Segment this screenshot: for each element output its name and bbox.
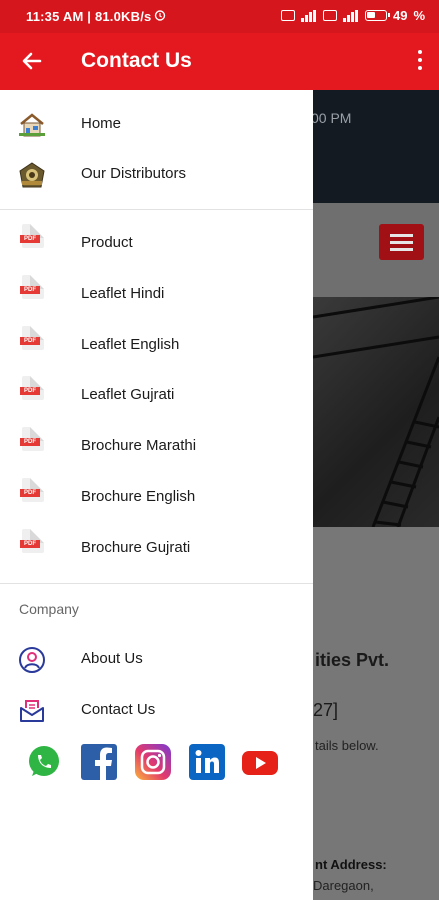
details-fragment: tails below. [315, 738, 379, 753]
drawer-item-leaflet-english[interactable]: PDF Leaflet English [0, 321, 313, 371]
drawer-item-product[interactable]: PDF Product [0, 219, 313, 269]
banner-time-text: 00 PM [313, 110, 352, 126]
drawer-item-label: Brochure Gujrati [81, 539, 191, 556]
home-icon [18, 111, 46, 139]
drawer-divider [0, 583, 313, 584]
drawer-item-brochure-english[interactable]: PDF Brochure English [0, 473, 313, 523]
drawer-item-brochure-gujrati[interactable]: PDF Brochure Gujrati [0, 524, 313, 574]
code-fragment: 27] [313, 700, 339, 720]
navigation-drawer: Home Our Distributors PDF Product PDF Le… [0, 90, 313, 900]
battery-icon [364, 10, 390, 21]
drawer-item-contact-us[interactable]: Contact Us [0, 686, 313, 736]
drawer-divider [0, 209, 313, 210]
back-arrow-icon[interactable] [18, 47, 46, 75]
status-bar: 11:35 AM | 81.0KB/s 49% [0, 0, 439, 33]
youtube-icon[interactable] [241, 743, 279, 781]
drawer-item-home[interactable]: Home [0, 100, 313, 150]
pdf-file-icon: PDF [20, 529, 44, 553]
drawer-item-label: Contact Us [81, 701, 156, 718]
instagram-icon[interactable] [134, 743, 172, 781]
status-time: 11:35 AM | 81.0KB/s [26, 9, 152, 24]
user-circle-icon [18, 646, 46, 674]
company-name-fragment: ities Pvt. [315, 650, 390, 670]
app-bar: Contact Us [0, 33, 439, 90]
drawer-item-label: About Us [81, 650, 143, 667]
pdf-file-icon: PDF [20, 326, 44, 350]
drawer-item-label: Home [81, 115, 122, 132]
sim-icon [280, 10, 295, 21]
drawer-item-label: Brochure English [81, 488, 196, 505]
drawer-item-our-distributors[interactable]: Our Distributors [0, 150, 313, 200]
pdf-file-icon: PDF [20, 275, 44, 299]
percent-sign: % [413, 8, 425, 23]
linkedin-icon[interactable] [188, 743, 226, 781]
pdf-file-icon: PDF [20, 478, 44, 502]
drawer-item-leaflet-hindi[interactable]: PDF Leaflet Hindi [0, 270, 313, 320]
drawer-item-label: Product [81, 234, 133, 251]
address-fragment: Daregaon, [313, 878, 374, 893]
section-title-company: Company [19, 601, 79, 617]
drawer-item-label: Leaflet Hindi [81, 285, 165, 302]
drawer-item-brochure-marathi[interactable]: PDF Brochure Marathi [0, 422, 313, 472]
pdf-file-icon: PDF [20, 376, 44, 400]
page-title: Contact Us [81, 49, 192, 72]
hamburger-menu-icon [379, 224, 424, 260]
battery-level: 49 [392, 8, 408, 23]
whatsapp-icon[interactable] [25, 743, 63, 781]
drawer-item-label: Our Distributors [81, 165, 187, 182]
crane-photo [313, 295, 439, 528]
signal-icon-2 [342, 9, 359, 22]
signal-icon [300, 9, 317, 22]
drawer-item-label: Leaflet Gujrati [81, 386, 175, 403]
address-label-fragment: nt Address: [315, 857, 387, 872]
drawer-item-label: Leaflet English [81, 336, 180, 353]
pdf-file-icon: PDF [20, 427, 44, 451]
more-options-icon[interactable] [417, 50, 423, 72]
drawer-item-about-us[interactable]: About Us [0, 635, 313, 685]
pdf-file-icon: PDF [20, 224, 44, 248]
mail-icon [18, 697, 46, 725]
facebook-icon[interactable] [80, 743, 118, 781]
drawer-item-leaflet-gujrati[interactable]: PDF Leaflet Gujrati [0, 371, 313, 421]
distributors-icon [18, 161, 46, 189]
top-banner [313, 90, 439, 203]
drawer-item-label: Brochure Marathi [81, 437, 197, 454]
sim-icon-2 [322, 10, 337, 21]
alarm-icon [154, 9, 166, 21]
background-content: 00 PM ities Pvt. 27] tails below. nt Add… [313, 90, 439, 900]
